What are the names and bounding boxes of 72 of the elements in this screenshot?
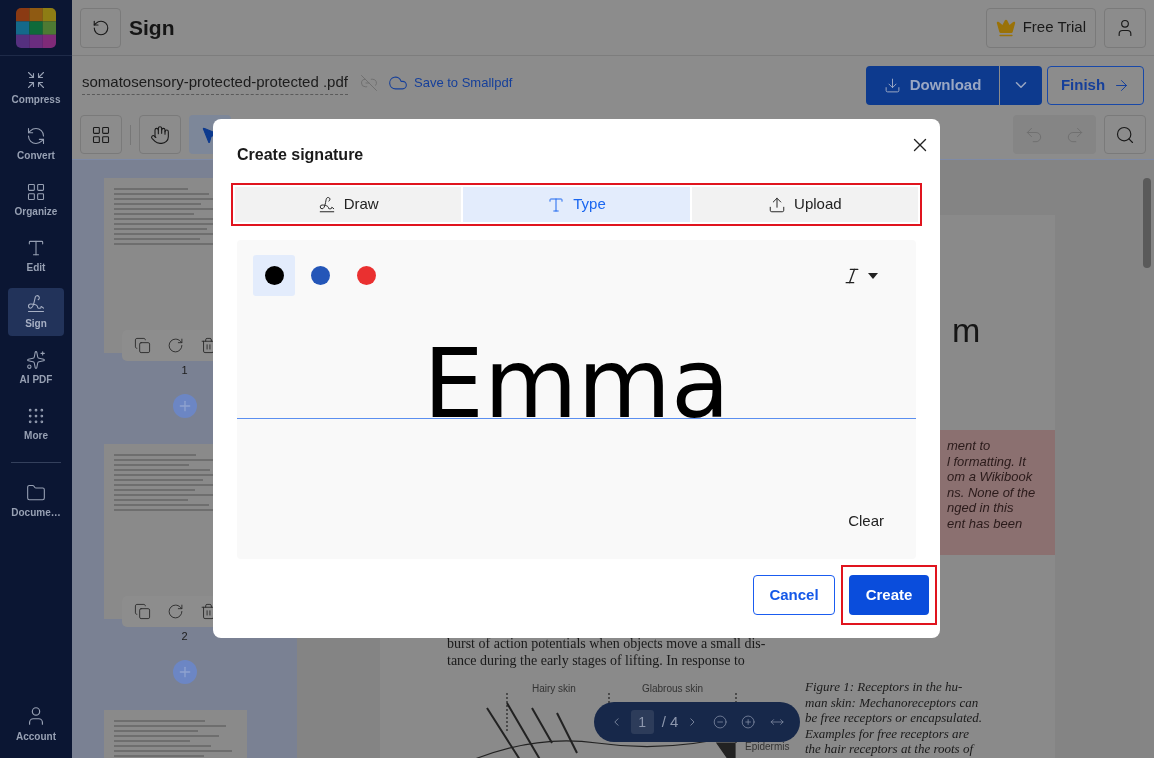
compress-icon: [26, 69, 46, 90]
notice-text: om a Wikibook: [947, 469, 1034, 485]
caption-text: man skin: Mechanoreceptors can: [805, 694, 980, 710]
page-total: / 4: [661, 711, 679, 732]
sidebar-item[interactable]: Docume…: [8, 477, 64, 525]
clear-button[interactable]: Clear: [848, 509, 884, 532]
grid-icon: [91, 124, 111, 145]
page-number: 2: [181, 631, 188, 642]
crown-icon: [995, 17, 1016, 38]
back-button[interactable]: [80, 7, 121, 48]
rotate-icon[interactable]: [167, 603, 184, 620]
figure-label: Glabrous skin: [642, 682, 704, 696]
search-button[interactable]: [1104, 115, 1146, 154]
caption-text: Examples for free receptors are: [805, 725, 970, 741]
sparkles-icon: [26, 349, 46, 370]
sidebar-item[interactable]: More: [8, 400, 64, 448]
rotate-back-icon: [91, 18, 110, 37]
convert-icon: [26, 125, 46, 146]
sidebar-item[interactable]: Sign: [8, 288, 64, 336]
notice-text: ns. None of the: [947, 484, 1037, 500]
logo-icon: [16, 7, 56, 48]
figure-label: Hairy skin: [532, 682, 576, 696]
sidebar-item[interactable]: Edit: [8, 232, 64, 280]
notice-text: ment to: [947, 438, 992, 454]
page-number: 1: [181, 365, 188, 376]
account-button[interactable]: Account: [16, 705, 56, 744]
search-icon: [1115, 124, 1135, 145]
dialog-title: Create signature: [237, 145, 364, 165]
body-text: burst of action potentials when objects move a small dis-: [447, 635, 767, 652]
sidebar-item[interactable]: AI PDF: [8, 344, 64, 392]
tool-button[interactable]: [80, 115, 122, 154]
notice-text: nged in this: [947, 500, 1015, 516]
figure-label: Epidermis: [745, 741, 790, 753]
notice-text: l formatting. It: [947, 453, 1028, 469]
download-menu-button[interactable]: [1000, 65, 1042, 105]
sidebar-item[interactable]: Compress: [8, 64, 64, 112]
body-text: tance during the early stages of lifting. In response to: [447, 652, 746, 669]
color-option[interactable]: [253, 255, 295, 296]
typed-signature: Emma: [423, 336, 730, 432]
caption-text: Figure 1: Receptors in the hu-: [805, 679, 964, 695]
cancel-button[interactable]: Cancel: [753, 575, 835, 615]
notice-text: ent has been: [947, 515, 1024, 531]
hand-icon: [150, 124, 170, 145]
duplicate-icon[interactable]: [134, 337, 151, 354]
file-name[interactable]: somatosensory-protected-protected .pdf: [82, 71, 348, 95]
grid-icon: [26, 181, 46, 202]
duplicate-icon[interactable]: [134, 603, 151, 620]
signature-tab[interactable]: Type: [463, 187, 690, 222]
zoom-out-icon[interactable]: [713, 712, 728, 732]
signature-tab[interactable]: Draw: [235, 187, 462, 222]
document-title: m: [952, 313, 982, 347]
caret-icon: [868, 272, 878, 279]
signature-icon: [26, 293, 46, 314]
create-button[interactable]: Create: [849, 575, 929, 615]
free-trial-button[interactable]: Free Trial: [985, 7, 1096, 48]
page-title: Sign: [129, 14, 175, 41]
sidebar-item[interactable]: Organize: [8, 176, 64, 224]
upload-icon: [768, 195, 787, 214]
page-input[interactable]: 1: [630, 710, 654, 734]
text-cursor-icon: [547, 195, 566, 214]
signature-icon: [317, 195, 336, 214]
rotate-icon[interactable]: [167, 337, 184, 354]
folder-icon: [26, 482, 46, 503]
tool-button[interactable]: [139, 115, 181, 154]
download-icon: [883, 76, 901, 94]
sidebar-item[interactable]: Convert: [8, 120, 64, 168]
download-button[interactable]: Download: [866, 65, 999, 105]
caption-text: the hair receptors at the roots of: [805, 741, 976, 757]
signature-tab[interactable]: Upload: [691, 187, 918, 222]
zoom-in-icon[interactable]: [741, 712, 756, 732]
caption-text: be free receptors or encapsulated.: [805, 710, 983, 726]
profile-button[interactable]: [1104, 7, 1146, 48]
